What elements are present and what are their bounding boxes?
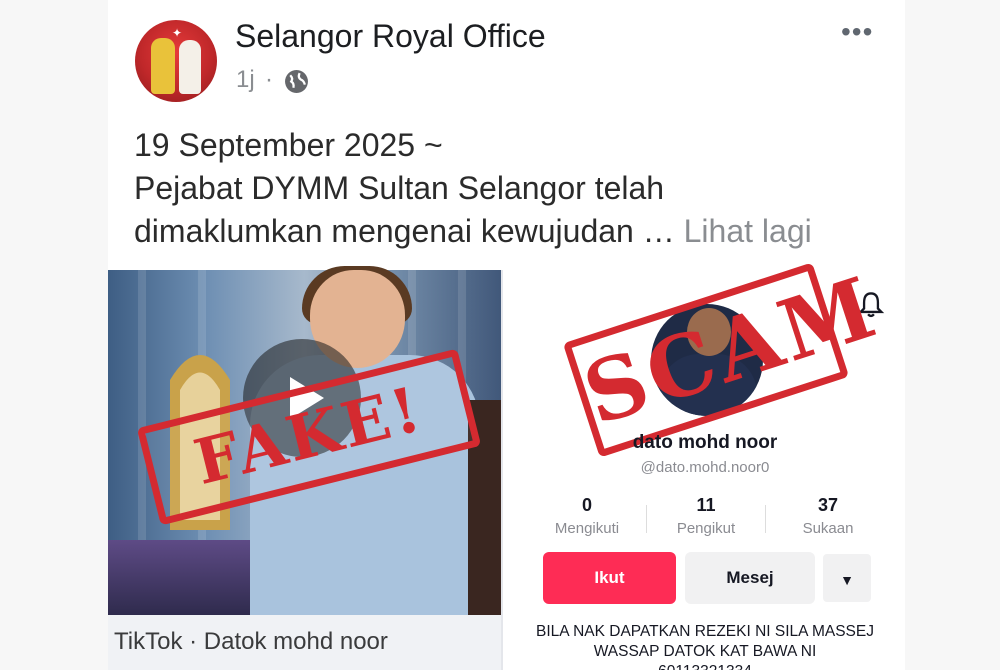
profile-handle: @dato.mohd.noor0 <box>640 459 770 476</box>
avatar-figure-sultan <box>151 38 175 94</box>
crest-icon: ✦ <box>172 26 183 40</box>
message-button[interactable]: Mesej <box>685 552 815 604</box>
stat-value: 37 <box>817 495 839 515</box>
post-date-line: 19 September 2025 ~ <box>134 127 443 163</box>
stat-followers: 11 Pengikut <box>651 495 761 537</box>
stat-label: Mengikuti <box>554 520 620 537</box>
bio-line: WASSAP DATOK KAT BAWA NI <box>593 643 817 660</box>
meta-separator: · <box>265 66 273 93</box>
more-horizontal-icon[interactable]: ••• <box>841 16 873 48</box>
stat-label: Pengikut <box>676 520 736 537</box>
globe-icon <box>285 70 308 93</box>
chevron-down-icon[interactable]: ▼ <box>821 552 873 604</box>
stat-divider <box>765 505 766 533</box>
follow-button[interactable]: Ikut <box>543 552 676 604</box>
page-avatar[interactable]: ✦ <box>135 20 217 102</box>
post-text-line: dimaklumkan mengenai kewujudan … Lihat l… <box>134 210 894 253</box>
post-text-truncated: dimaklumkan mengenai kewujudan … <box>134 213 675 249</box>
post-body: 19 September 2025 ~ Pejabat DYMM Sultan … <box>134 124 894 253</box>
profile-bio: BILA NAK DAPATKAN REZEKI NI SILA MASSEJ … <box>508 622 902 670</box>
stat-label: Sukaan <box>802 520 854 537</box>
stat-following: 0 Mengikuti <box>532 495 642 537</box>
post-timestamp[interactable]: 1j <box>236 66 255 94</box>
post-text-line: Pejabat DYMM Sultan Selangor telah <box>134 170 665 206</box>
stat-divider <box>646 505 647 533</box>
page-name[interactable]: Selangor Royal Office <box>235 18 546 55</box>
profile-username: dato mohd noor <box>632 432 778 453</box>
right-margin <box>905 0 1000 670</box>
stat-value: 11 <box>696 495 716 515</box>
facebook-post-card: ✦ Selangor Royal Office 1j · ••• 19 Sept… <box>108 0 905 670</box>
bio-line: BILA NAK DAPATKAN REZEKI NI SILA MASSEJ <box>536 623 874 640</box>
stat-likes: 37 Sukaan <box>773 495 883 537</box>
see-more-link[interactable]: Lihat lagi <box>684 213 812 249</box>
avatar-figure-consort <box>179 40 201 94</box>
left-margin <box>0 0 108 670</box>
link-caption[interactable]: TikTok · Datok mohd noor <box>114 628 388 656</box>
stat-value: 0 <box>581 495 592 515</box>
bio-line: 60113321334 <box>508 662 902 670</box>
